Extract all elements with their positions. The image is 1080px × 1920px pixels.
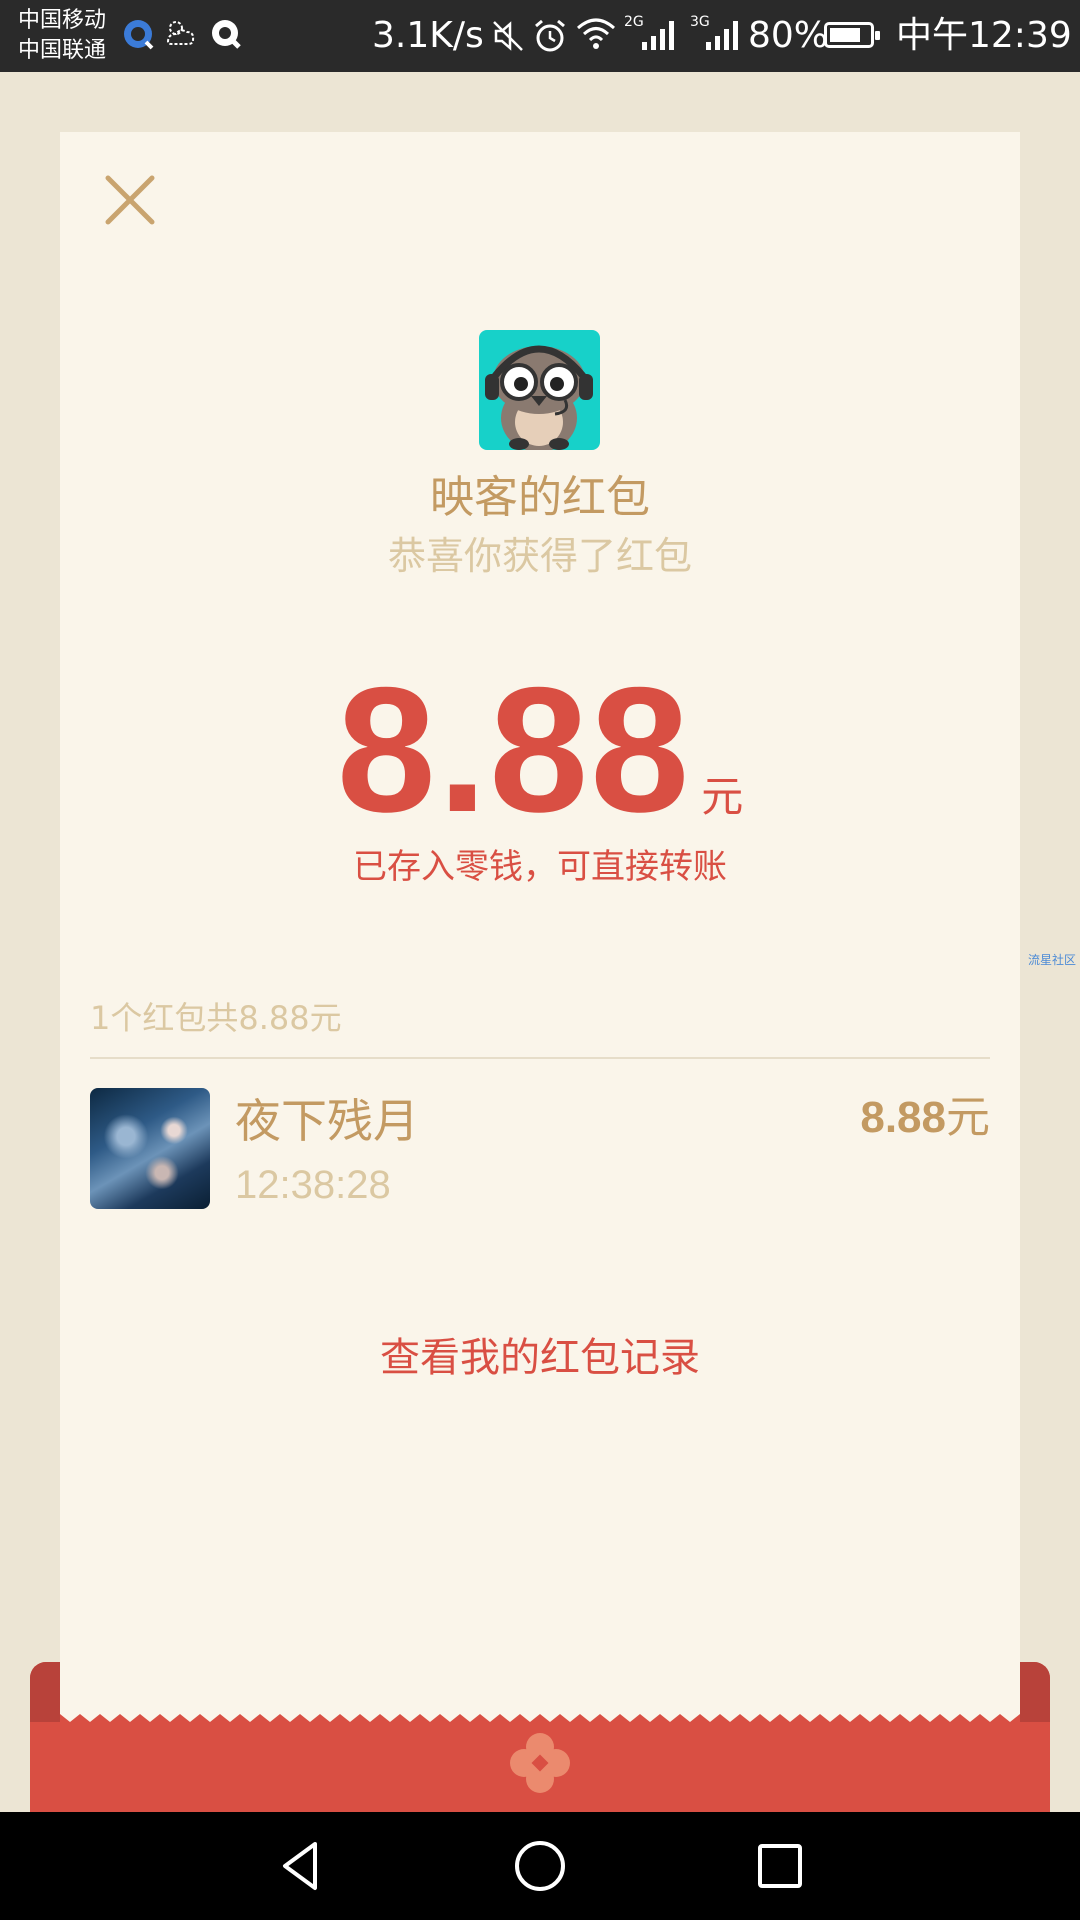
battery-icon	[824, 22, 880, 48]
weather-icon	[162, 16, 198, 56]
envelope-fold-left	[30, 1662, 60, 1722]
close-icon	[105, 175, 155, 225]
received-amount-unit: 元	[946, 1092, 990, 1143]
amount-note: 已存入零钱，可直接转账	[353, 847, 727, 887]
received-time: 12:38:28	[235, 1163, 391, 1207]
divider	[90, 1057, 990, 1059]
received-amount-value: 8.88	[860, 1093, 946, 1142]
sender-avatar-owl-icon	[479, 330, 600, 450]
app-notification-icon	[208, 16, 244, 56]
envelope-fold-right	[1020, 1662, 1050, 1722]
recipient-name: 夜下残月	[235, 1094, 419, 1148]
mute-icon	[490, 18, 526, 58]
wifi-icon	[576, 16, 616, 56]
flower-emblem-icon	[510, 1733, 570, 1793]
back-button[interactable]	[271, 1836, 331, 1896]
amount-display: 8.88 元	[0, 650, 1080, 850]
net-speed: 3.1K/s	[372, 15, 484, 56]
sender-title: 映客的红包	[430, 472, 650, 523]
close-button[interactable]	[100, 170, 160, 230]
back-triangle-icon	[283, 1842, 317, 1890]
carrier-1: 中国移动	[18, 8, 107, 33]
home-circle-icon	[515, 1841, 565, 1891]
battery-percent: 80%	[748, 15, 829, 56]
carrier-names: 中国移动 中国联通	[18, 6, 106, 66]
recents-button[interactable]	[750, 1836, 810, 1896]
card-zigzag-edge	[60, 1702, 1020, 1722]
watermark-credit: 流星社区	[1028, 953, 1077, 967]
view-records-link[interactable]: 查看我的红包记录	[0, 1330, 1080, 1386]
status-bar: 中国移动 中国联通 3.1K/s 2G 3G 80% 中午12:39	[0, 0, 1080, 72]
recents-square-icon	[758, 1844, 802, 1888]
signal-icon	[640, 16, 680, 56]
packet-summary: 1个红包共8.88元	[90, 999, 342, 1037]
carrier-2: 中国联通	[18, 38, 107, 63]
amount-unit: 元	[701, 772, 744, 821]
amount-value: 8.88	[336, 650, 692, 849]
alarm-icon	[532, 18, 568, 58]
list-item[interactable]: 夜下残月 12:38:28 8.88元	[90, 1088, 990, 1210]
congrats-subtitle: 恭喜你获得了红包	[387, 534, 692, 578]
avatar	[90, 1088, 210, 1209]
signal-icon	[704, 16, 744, 56]
received-amount: 8.88元	[860, 1088, 990, 1148]
home-button[interactable]	[510, 1836, 570, 1896]
navigation-bar	[0, 1812, 1080, 1920]
clock: 中午12:39	[896, 15, 1072, 56]
browser-icon	[120, 16, 156, 56]
